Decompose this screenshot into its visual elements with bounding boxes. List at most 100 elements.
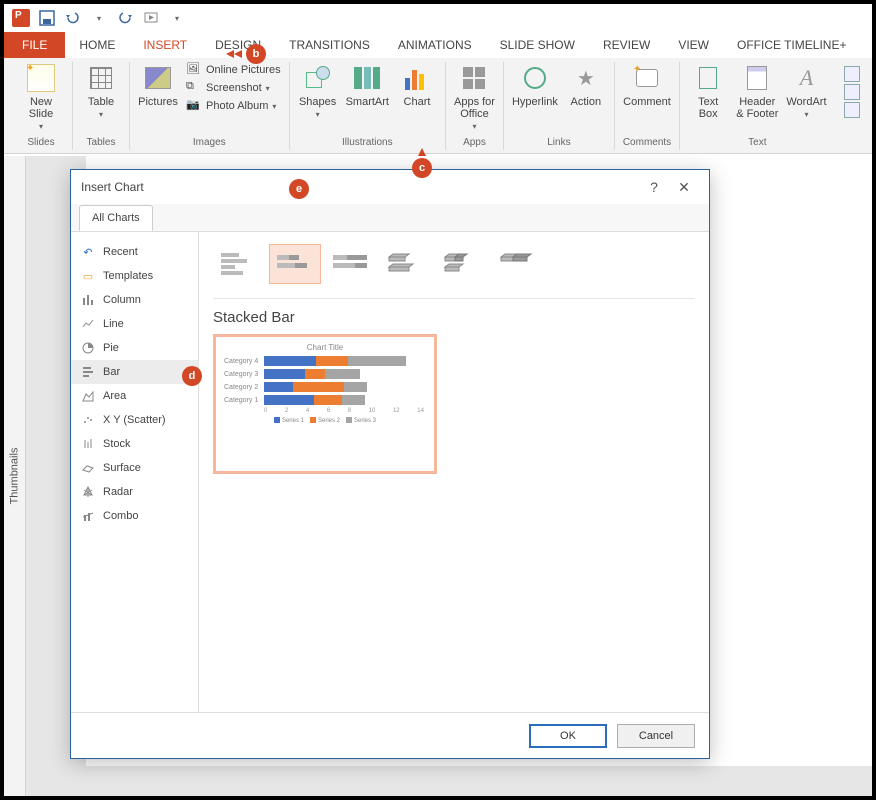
start-from-beginning-icon[interactable] [140, 7, 162, 29]
app-icon[interactable] [10, 7, 32, 29]
cat-recent[interactable]: ↶Recent [71, 240, 198, 264]
date-time-icon[interactable] [844, 66, 860, 82]
group-links: Hyperlink ★Action Links [504, 62, 615, 150]
new-slide-button[interactable]: New Slide [18, 62, 64, 131]
group-tables: Table Tables [73, 62, 130, 150]
tab-insert[interactable]: INSERT [129, 32, 201, 58]
pictures-icon [145, 67, 171, 89]
textbox-button[interactable]: Text Box [688, 62, 728, 120]
dialog-footer: OK Cancel [71, 712, 709, 758]
surface-icon [81, 461, 95, 475]
apps-button[interactable]: Apps for Office [454, 62, 495, 131]
cat-bar[interactable]: Bar [71, 360, 198, 384]
subtype-title: Stacked Bar [213, 299, 695, 334]
ok-button[interactable]: OK [529, 724, 607, 748]
tab-slideshow[interactable]: SLIDE SHOW [486, 32, 589, 58]
group-label: Links [547, 137, 570, 150]
subtype-clustered-bar[interactable] [213, 244, 265, 284]
group-label: Tables [87, 137, 116, 150]
subtype-stacked-bar[interactable] [269, 244, 321, 284]
cat-xy[interactable]: X Y (Scatter) [71, 408, 198, 432]
header-footer-icon [747, 66, 767, 90]
pie-icon [81, 341, 95, 355]
qat-customize-dropdown[interactable] [166, 7, 188, 29]
subtype-3d-stacked-bar[interactable] [437, 244, 489, 284]
hyperlink-button[interactable]: Hyperlink [512, 62, 558, 108]
area-icon [81, 389, 95, 403]
subtype-100-stacked-bar[interactable] [325, 244, 377, 284]
chart-subtype-pane: Stacked Bar Chart Title Category 4Catego… [199, 232, 709, 712]
group-label: Apps [463, 137, 486, 150]
wordart-button[interactable]: AWordArt [786, 62, 826, 119]
new-slide-icon [27, 64, 55, 92]
cat-surface[interactable]: Surface [71, 456, 198, 480]
action-icon: ★ [577, 66, 595, 91]
save-icon[interactable] [36, 7, 58, 29]
preview-bar-row: Category 3 [224, 369, 426, 379]
dialog-help-button[interactable]: ? [639, 179, 669, 195]
tab-review[interactable]: REVIEW [589, 32, 664, 58]
tab-office-timeline[interactable]: OFFICE TIMELINE+ [723, 32, 860, 58]
undo-icon[interactable] [62, 7, 84, 29]
shapes-button[interactable]: Shapes [298, 62, 338, 119]
ribbon-insert: New Slide Slides Table Tables Pictures [4, 58, 872, 154]
smartart-button[interactable]: SmartArt [346, 62, 389, 108]
bar-icon [81, 365, 95, 379]
undo-dropdown[interactable] [88, 7, 110, 29]
header-footer-button[interactable]: Header & Footer [736, 62, 778, 120]
comment-icon [636, 69, 658, 87]
tab-transitions[interactable]: TRANSITIONS [275, 32, 384, 58]
group-text: Text Box Header & Footer AWordArt Text [680, 62, 834, 150]
thumbnails-pane-collapsed[interactable]: Thumbnails [4, 156, 26, 796]
table-button[interactable]: Table [81, 62, 121, 119]
action-button[interactable]: ★Action [566, 62, 606, 108]
cat-column[interactable]: Column [71, 288, 198, 312]
dialog-close-button[interactable]: ✕ [669, 179, 699, 196]
redo-icon[interactable] [114, 7, 136, 29]
online-pictures-button[interactable]: 🖼Online Pictures [186, 62, 281, 78]
comment-button[interactable]: Comment [623, 62, 671, 108]
preview-x-axis: 02468101214 [224, 408, 426, 414]
cat-stock[interactable]: Stock [71, 432, 198, 456]
preview-bar-row: Category 1 [224, 395, 426, 405]
cat-line[interactable]: Line [71, 312, 198, 336]
subtype-3d-100-stacked-bar[interactable] [493, 244, 545, 284]
tab-animations[interactable]: ANIMATIONS [384, 32, 486, 58]
chart-button[interactable]: Chart [397, 62, 437, 108]
powerpoint-window: FILE HOME INSERT DESIGN TRANSITIONS ANIM… [4, 4, 872, 796]
cancel-button[interactable]: Cancel [617, 724, 695, 748]
ribbon-tail [844, 62, 866, 153]
screenshot-icon: ⧉ [186, 80, 202, 96]
object-icon[interactable] [844, 102, 860, 118]
tab-view[interactable]: VIEW [664, 32, 723, 58]
preview-bar-segment [264, 395, 314, 405]
photo-album-button[interactable]: 📷Photo Album [186, 98, 281, 114]
preview-legend-item: Series 1 [274, 418, 304, 424]
preview-title: Chart Title [224, 343, 426, 352]
cat-area[interactable]: Area [71, 384, 198, 408]
ribbon-tabs: FILE HOME INSERT DESIGN TRANSITIONS ANIM… [4, 32, 872, 58]
cat-pie[interactable]: Pie [71, 336, 198, 360]
tab-all-charts[interactable]: All Charts [79, 205, 153, 231]
online-pictures-icon: 🖼 [186, 62, 202, 78]
cat-radar[interactable]: Radar [71, 480, 198, 504]
cat-combo[interactable]: Combo [71, 504, 198, 528]
preview-bar-segment [316, 356, 348, 366]
preview-bar-segment [314, 395, 342, 405]
tab-home[interactable]: HOME [65, 32, 129, 58]
pictures-button[interactable]: Pictures [138, 62, 178, 108]
textbox-icon [699, 67, 717, 89]
callout-b-arrow2 [226, 50, 234, 58]
slide-number-icon[interactable] [844, 84, 860, 100]
group-apps: Apps for Office Apps [446, 62, 504, 150]
chart-preview[interactable]: Chart Title Category 4Category 3Category… [213, 334, 437, 474]
radar-icon [81, 485, 95, 499]
table-icon [90, 67, 112, 89]
photo-album-icon: 📷 [186, 98, 202, 114]
screenshot-button[interactable]: ⧉Screenshot [186, 80, 281, 96]
cat-templates[interactable]: ▭Templates [71, 264, 198, 288]
preview-bar-segment [344, 382, 367, 392]
tab-file[interactable]: FILE [4, 32, 65, 58]
dialog-title-text: Insert Chart [81, 180, 144, 194]
subtype-3d-clustered-bar[interactable] [381, 244, 433, 284]
